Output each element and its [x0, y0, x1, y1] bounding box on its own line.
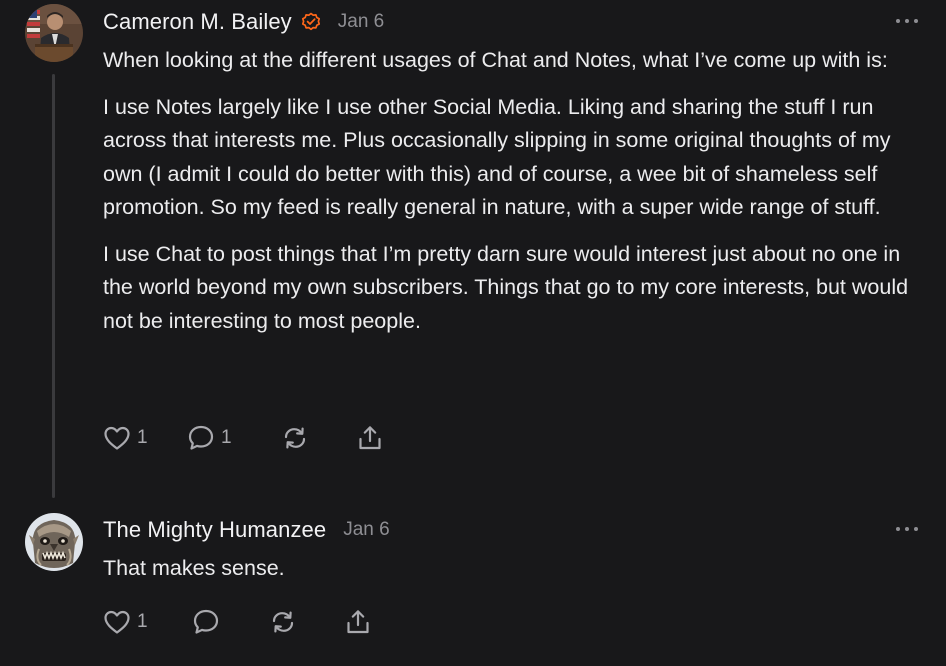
verified-check-icon — [301, 12, 321, 32]
thread-line — [52, 74, 55, 498]
comment-body: When looking at the different usages of … — [103, 44, 933, 351]
restack-button[interactable] — [281, 423, 309, 453]
comment-paragraph: When looking at the different usages of … — [103, 48, 888, 72]
comment-paragraph: I use Notes largely like I use other Soc… — [103, 94, 891, 220]
more-icon — [896, 19, 900, 23]
restack-icon — [272, 611, 294, 633]
author-name[interactable]: Cameron M. Bailey — [103, 9, 292, 35]
like-button[interactable]: 1 — [103, 423, 148, 453]
comment-body: That makes sense. — [103, 552, 933, 599]
like-button[interactable]: 1 — [103, 607, 148, 637]
reply-button[interactable]: 1 — [187, 423, 232, 453]
comment-date[interactable]: Jan 6 — [343, 519, 389, 541]
more-icon — [896, 527, 900, 531]
comment-icon — [193, 609, 219, 634]
comment-header: Cameron M. Bailey Jan 6 — [103, 7, 384, 37]
share-icon — [347, 610, 369, 634]
comment-paragraph: That makes sense. — [103, 556, 285, 580]
avatar[interactable] — [25, 4, 83, 62]
avatar[interactable] — [25, 513, 83, 571]
heart-icon — [104, 610, 130, 634]
comment-thread: Cameron M. Bailey Jan 6 When looking at … — [0, 0, 946, 666]
restack-button[interactable] — [269, 607, 297, 637]
share-button[interactable] — [356, 423, 384, 453]
heart-icon — [104, 426, 130, 450]
comment-header: The Mighty Humanzee Jan 6 — [103, 515, 390, 545]
share-icon — [359, 426, 381, 450]
share-button[interactable] — [344, 607, 372, 637]
reply-button[interactable] — [192, 607, 220, 637]
comment-date[interactable]: Jan 6 — [338, 11, 384, 33]
comment-paragraph: I use Chat to post things that I’m prett… — [103, 241, 909, 333]
like-count: 1 — [137, 611, 148, 632]
author-name[interactable]: The Mighty Humanzee — [103, 517, 326, 543]
comment-icon — [188, 425, 214, 450]
more-options-button[interactable] — [896, 524, 918, 534]
more-options-button[interactable] — [896, 16, 918, 26]
like-count: 1 — [137, 427, 148, 448]
reply-count: 1 — [221, 427, 232, 448]
restack-icon — [284, 427, 306, 449]
